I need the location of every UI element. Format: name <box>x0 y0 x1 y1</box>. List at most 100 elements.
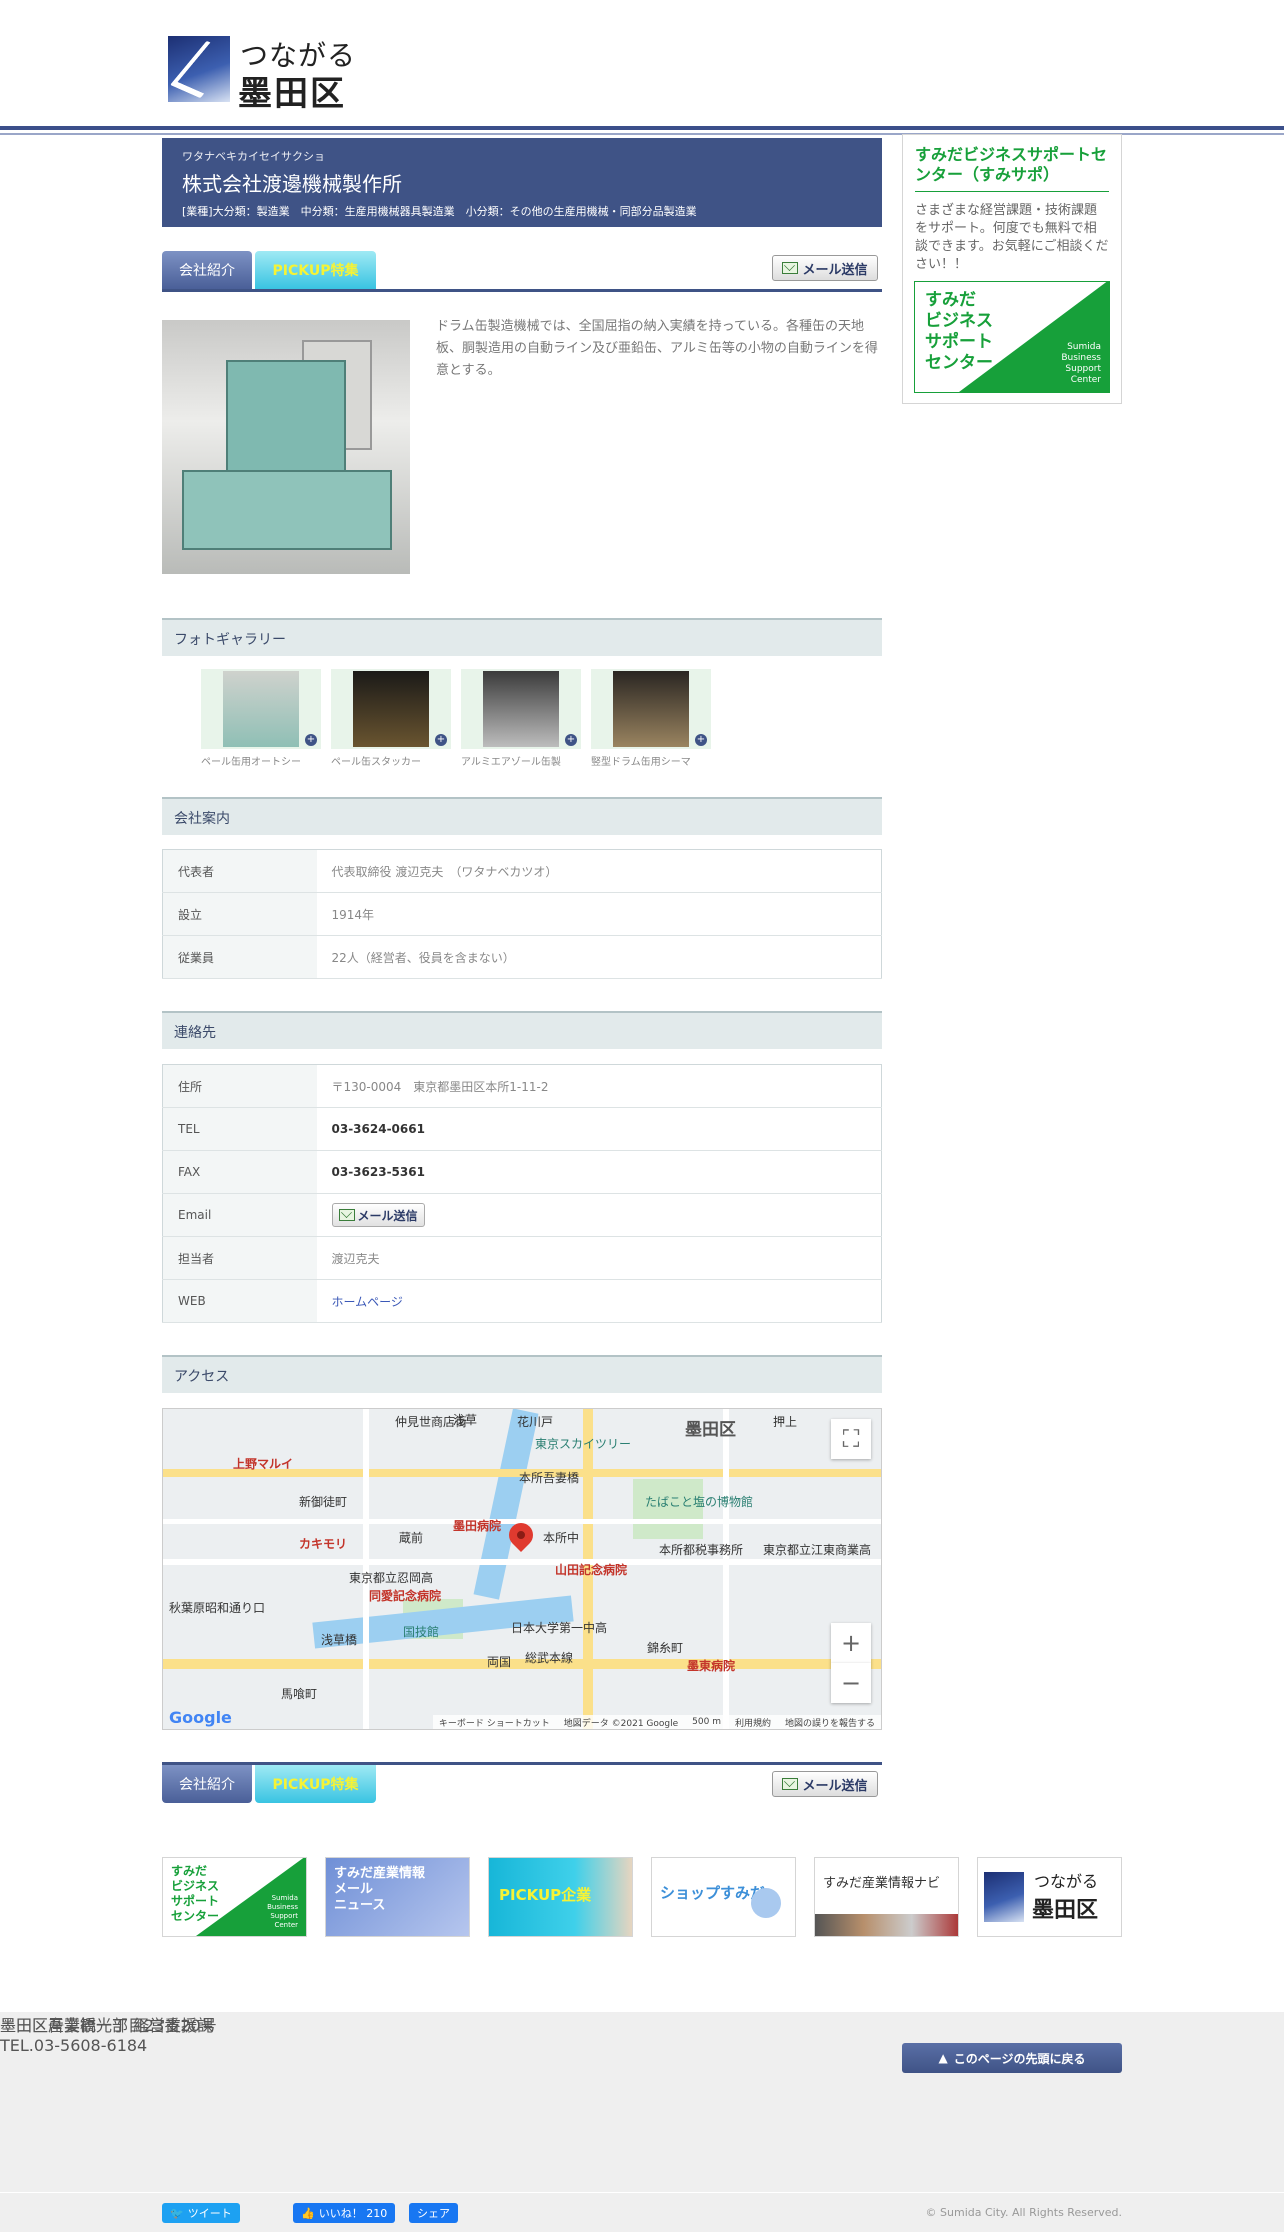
tab-company-intro[interactable]: 会社紹介 <box>162 251 252 289</box>
gallery-item[interactable]: + 竪型ドラム缶用シーマ <box>591 669 711 768</box>
tab-bar-top: 会社紹介 PICKUP特集 メール送信 <box>162 250 882 292</box>
gallery-caption: ペール缶スタッカー <box>331 757 421 768</box>
copyright: © Sumida City. All Rights Reserved. <box>925 2206 1122 2219</box>
up-arrow-icon: ▲ <box>938 2051 948 2065</box>
table-row: TEL 03-3624-0661 <box>162 1107 882 1151</box>
table-row: 従業員 22人（経営者、役員を含まない） <box>162 935 882 979</box>
gallery-item[interactable]: + アルミエアゾール缶製 <box>461 669 581 768</box>
row-value: 22人（経営者、役員を含まない） <box>316 935 882 979</box>
google-map[interactable]: 墨田区 東京スカイツリー たばこと塩の博物館 墨田病院 山田記念病院 本所中 同… <box>162 1408 882 1730</box>
thumbs-up-icon: 👍 <box>301 2206 315 2220</box>
map-label: 押上 <box>773 1415 798 1429</box>
table-row: Email メール送信 <box>162 1193 882 1237</box>
sidebar-sumisapo: すみだビジネスサポートセンター（すみサポ） さまざまな経営課題・技術課題をサポー… <box>902 134 1122 404</box>
email-key: Email <box>162 1193 317 1237</box>
person-value: 渡辺克夫 <box>316 1236 882 1280</box>
tab-bar-bottom: 会社紹介 PICKUP特集 メール送信 <box>162 1762 882 1804</box>
banner-mail-news[interactable]: すみだ産業情報 メール ニュース <box>325 1857 470 1937</box>
banner-shop-sumida[interactable]: ショップすみだ <box>651 1857 796 1937</box>
back-to-top-button[interactable]: ▲ このページの先頭に戻る <box>902 2043 1122 2073</box>
banner-pickup[interactable]: PICKUP企業 <box>488 1857 633 1937</box>
map-label: 東京都立忍岡高 <box>349 1571 434 1585</box>
banner-jp: すみだ ビジネス サポート センター <box>171 1864 220 1923</box>
facebook-like-button[interactable]: 👍 いいね！ 210 <box>293 2203 396 2223</box>
mail-icon <box>782 262 799 274</box>
banner-line1: つながる <box>1034 1872 1099 1891</box>
email-send-button[interactable]: メール送信 <box>331 1203 425 1227</box>
table-row: 担当者 渡辺克夫 <box>162 1236 882 1280</box>
company-info-table: 代表者 代表取締役 渡辺克夫 （ワタナベカツオ） 設立 1914年 従業員 22人（経… <box>162 849 882 979</box>
address-value: 〒130-0004 東京都墨田区本所1-11-2 <box>316 1064 882 1108</box>
terms-link[interactable]: 利用規約 <box>735 1716 771 1729</box>
map-label: 墨田区 <box>685 1420 736 1440</box>
tab-pickup[interactable]: PICKUP特集 <box>255 1765 376 1803</box>
report-error-link[interactable]: 地図の誤りを報告する <box>785 1716 875 1729</box>
tab-pickup[interactable]: PICKUP特集 <box>255 251 376 289</box>
footer-tel: TEL.03-5608-6184 <box>0 2036 148 2055</box>
address-key: 住所 <box>162 1064 317 1108</box>
zoom-plus-icon: + <box>565 734 577 746</box>
map-label: 同愛記念病院 <box>369 1589 442 1603</box>
map-label: 上野マルイ <box>233 1457 294 1471</box>
google-logo: Google <box>169 1708 232 1727</box>
facebook-share-button[interactable]: シェア <box>409 2203 458 2223</box>
row-key: 代表者 <box>162 849 317 893</box>
gallery-caption: 竪型ドラム缶用シーマ <box>591 757 691 768</box>
footer-divider <box>0 2192 1284 2193</box>
web-key: WEB <box>162 1279 317 1323</box>
map-scale[interactable]: 500 m <box>692 1717 721 1727</box>
sumisapo-banner[interactable]: すみだ ビジネス サポート センター Sumida Business Suppo… <box>914 281 1110 393</box>
banner-text: PICKUP企業 <box>499 1886 592 1904</box>
map-label: 秋葉原昭和通り口 <box>169 1601 266 1615</box>
map-attribution: キーボード ショートカット 地図データ ©2021 Google 500 m 利… <box>432 1715 881 1729</box>
contact-table: 住所 〒130-0004 東京都墨田区本所1-11-2 TEL 03-3624-06… <box>162 1064 882 1323</box>
map-label: 本所都税事務所 <box>659 1543 744 1557</box>
gallery-item[interactable]: + ペール缶スタッカー <box>331 669 451 768</box>
mail-send-button[interactable]: メール送信 <box>772 255 878 281</box>
map-label: 総武本線 <box>525 1651 574 1665</box>
keyboard-shortcuts-link[interactable]: キーボード ショートカット <box>439 1716 550 1729</box>
banner-text: すみだ産業情報 メール ニュース <box>334 1866 426 1913</box>
mail-icon <box>338 1209 355 1221</box>
gallery-item[interactable]: + ペール缶用オートシー <box>201 669 321 768</box>
mail-icon <box>782 1778 799 1790</box>
map-label: 花川戸 <box>517 1415 554 1429</box>
banner-text: すみだ産業情報ナビ <box>823 1876 941 1891</box>
map-label: 蔵前 <box>399 1531 424 1545</box>
homepage-link[interactable]: ホームページ <box>316 1279 882 1323</box>
banner-industry-navi[interactable]: すみだ産業情報ナビ <box>814 1857 959 1937</box>
banner-sumisapo[interactable]: すみだ ビジネス サポート センター Sumida Business Suppo… <box>162 1857 307 1937</box>
footer-address: 墨田区吾妻橋一丁目23番20号 <box>0 2016 217 2035</box>
zoom-plus-icon: + <box>435 734 447 746</box>
map-label: 国技館 <box>403 1625 440 1639</box>
company-industry: [業種]大分類：製造業 中分類：生産用機械器具製造業 小分類：その他の生産用機械… <box>182 205 697 218</box>
table-row: 設立 1914年 <box>162 892 882 936</box>
tweet-label: ツイート <box>187 2207 232 2220</box>
map-label: 日本大学第一中高 <box>511 1621 608 1635</box>
tel-value: 03-3624-0661 <box>316 1107 882 1151</box>
mail-send-label: メール送信 <box>802 262 868 278</box>
tab-company-intro[interactable]: 会社紹介 <box>162 1765 252 1803</box>
site-header: つながる 墨田区 <box>0 0 1284 135</box>
tweet-button[interactable]: 🐦 ツイート <box>162 2203 240 2223</box>
banner-tsunagaru-sumida[interactable]: つながる 墨田区 <box>977 1857 1122 1937</box>
intro-text: ドラム缶製造機械では、全国屈指の納入実績を持っている。各種缶の天地板、胴製造用の… <box>436 319 878 378</box>
section-company-info: 会社案内 <box>162 797 882 835</box>
mail-send-button[interactable]: メール送信 <box>772 1771 878 1797</box>
section-contact: 連絡先 <box>162 1011 882 1049</box>
section-access: アクセス <box>162 1355 882 1393</box>
sidebar-desc: さまざまな経営課題・技術課題をサポート。何度でも無料で相談できます。お気軽にご相… <box>915 203 1109 272</box>
map-data-text: 地図データ ©2021 Google <box>563 1718 679 1729</box>
zoom-in-button[interactable]: + <box>831 1623 871 1663</box>
map-label: 錦糸町 <box>647 1641 684 1655</box>
person-key: 担当者 <box>162 1236 317 1280</box>
map-label: 仲見世商店街 <box>395 1415 468 1429</box>
table-row: 代表者 代表取締役 渡辺克夫 （ワタナベカツオ） <box>162 849 882 893</box>
map-label: 浅草橋 <box>321 1633 358 1647</box>
banner-line2: 墨田区 <box>1032 1897 1099 1923</box>
zoom-out-button[interactable]: − <box>831 1663 871 1703</box>
fullscreen-button[interactable]: ⛶ <box>831 1419 871 1459</box>
map-label: 墨東病院 <box>687 1659 736 1673</box>
sidebar-title: すみだビジネスサポートセンター（すみサポ） <box>915 145 1109 192</box>
sumida-logo[interactable]: つながる 墨田区 <box>166 34 356 114</box>
